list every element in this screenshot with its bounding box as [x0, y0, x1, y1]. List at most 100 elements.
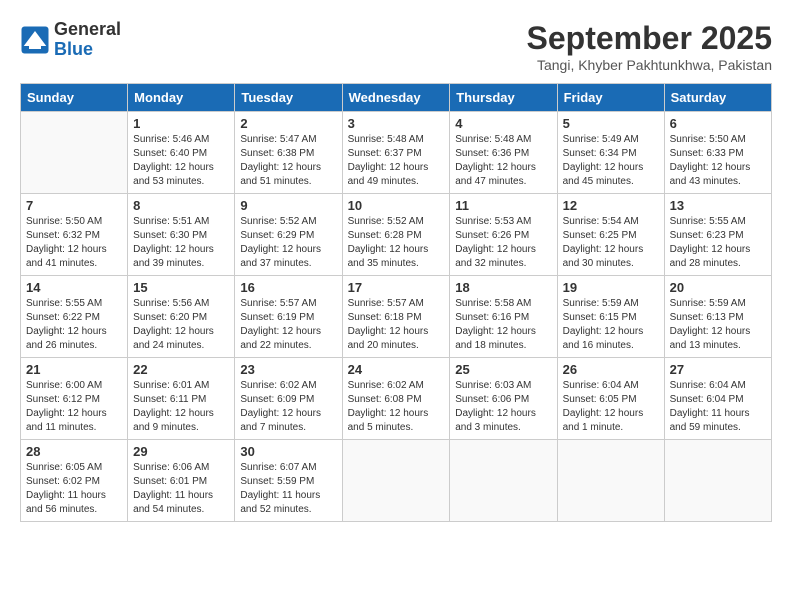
- day-number: 12: [563, 198, 659, 213]
- calendar-week-5: 28Sunrise: 6:05 AMSunset: 6:02 PMDayligh…: [21, 440, 772, 522]
- day-info: Sunrise: 6:02 AMSunset: 6:09 PMDaylight:…: [240, 379, 336, 435]
- logo-icon: [20, 25, 50, 55]
- calendar-cell: 3Sunrise: 5:48 AMSunset: 6:37 PMDaylight…: [342, 112, 450, 194]
- day-number: 7: [26, 198, 122, 213]
- weekday-header-saturday: Saturday: [664, 84, 771, 112]
- day-number: 15: [133, 280, 229, 295]
- day-info: Sunrise: 5:49 AMSunset: 6:34 PMDaylight:…: [563, 133, 659, 189]
- calendar-cell: 9 Sunrise: 5:52 AMSunset: 6:29 PMDaylight…: [235, 194, 342, 276]
- day-number: 24: [348, 362, 445, 377]
- day-info: Sunrise: 6:00 AMSunset: 6:12 PMDaylight:…: [26, 379, 122, 435]
- logo-text: General Blue: [54, 20, 121, 60]
- calendar-cell: 23 Sunrise: 6:02 AMSunset: 6:09 PMDayligh…: [235, 358, 342, 440]
- calendar-cell: 2 Sunrise: 5:47 AMSunset: 6:38 PMDaylight…: [235, 112, 342, 194]
- calendar-cell: 14Sunrise: 5:55 AMSunset: 6:22 PMDayligh…: [21, 276, 128, 358]
- day-number: 16: [240, 280, 336, 295]
- calendar-cell: 18 Sunrise: 5:58 AMSunset: 6:16 PMDayligh…: [450, 276, 557, 358]
- day-info: Sunrise: 5:51 AMSunset: 6:30 PMDaylight:…: [133, 215, 229, 271]
- calendar-cell: 5Sunrise: 5:49 AMSunset: 6:34 PMDaylight…: [557, 112, 664, 194]
- day-number: 21: [26, 362, 122, 377]
- day-info: Sunrise: 5:48 AMSunset: 6:37 PMDaylight:…: [348, 133, 445, 189]
- day-number: 8: [133, 198, 229, 213]
- day-info: Sunrise: 5:47 AMSunset: 6:38 PMDaylight:…: [240, 133, 336, 189]
- day-info: Sunrise: 6:01 AMSunset: 6:11 PMDaylight:…: [133, 379, 229, 435]
- day-number: 6: [670, 116, 766, 131]
- day-number: 27: [670, 362, 766, 377]
- calendar-cell: [21, 112, 128, 194]
- day-number: 17: [348, 280, 445, 295]
- day-info: Sunrise: 5:57 AMSunset: 6:19 PMDaylight:…: [240, 297, 336, 353]
- calendar-week-1: 1 Sunrise: 5:46 AMSunset: 6:40 PMDaylight…: [21, 112, 772, 194]
- day-number: 11: [455, 198, 551, 213]
- calendar-cell: 12 Sunrise: 5:54 AMSunset: 6:25 PMDayligh…: [557, 194, 664, 276]
- calendar-cell: 1 Sunrise: 5:46 AMSunset: 6:40 PMDaylight…: [128, 112, 235, 194]
- calendar-cell: 22Sunrise: 6:01 AMSunset: 6:11 PMDayligh…: [128, 358, 235, 440]
- day-number: 20: [670, 280, 766, 295]
- day-number: 30: [240, 444, 336, 459]
- calendar-table: SundayMondayTuesdayWednesdayThursdayFrid…: [20, 83, 772, 522]
- day-info: Sunrise: 5:50 AMSunset: 6:32 PMDaylight:…: [26, 215, 122, 271]
- day-info: Sunrise: 5:54 AMSunset: 6:25 PMDaylight:…: [563, 215, 659, 271]
- day-number: 1: [133, 116, 229, 131]
- calendar-cell: 27 Sunrise: 6:04 AMSunset: 6:04 PMDayligh…: [664, 358, 771, 440]
- day-number: 9: [240, 198, 336, 213]
- day-info: Sunrise: 6:05 AMSunset: 6:02 PMDaylight:…: [26, 461, 122, 517]
- calendar-cell: 26 Sunrise: 6:04 AMSunset: 6:05 PMDayligh…: [557, 358, 664, 440]
- calendar-cell: 25 Sunrise: 6:03 AMSunset: 6:06 PMDayligh…: [450, 358, 557, 440]
- day-info: Sunrise: 6:04 AMSunset: 6:04 PMDaylight:…: [670, 379, 766, 435]
- day-number: 2: [240, 116, 336, 131]
- calendar-cell: 20 Sunrise: 5:59 AMSunset: 6:13 PMDayligh…: [664, 276, 771, 358]
- title-area: September 2025 Tangi, Khyber Pakhtunkhwa…: [527, 20, 772, 73]
- day-number: 19: [563, 280, 659, 295]
- day-info: Sunrise: 5:46 AMSunset: 6:40 PMDaylight:…: [133, 133, 229, 189]
- day-info: Sunrise: 5:59 AMSunset: 6:13 PMDaylight:…: [670, 297, 766, 353]
- calendar-cell: 19 Sunrise: 5:59 AMSunset: 6:15 PMDayligh…: [557, 276, 664, 358]
- day-number: 23: [240, 362, 336, 377]
- day-number: 4: [455, 116, 551, 131]
- day-info: Sunrise: 6:04 AMSunset: 6:05 PMDaylight:…: [563, 379, 659, 435]
- calendar-cell: [342, 440, 450, 522]
- calendar-cell: 4Sunrise: 5:48 AMSunset: 6:36 PMDaylight…: [450, 112, 557, 194]
- day-info: Sunrise: 5:52 AMSunset: 6:29 PMDaylight:…: [240, 215, 336, 271]
- calendar-cell: 28Sunrise: 6:05 AMSunset: 6:02 PMDayligh…: [21, 440, 128, 522]
- day-info: Sunrise: 6:07 AMSunset: 5:59 PMDaylight:…: [240, 461, 336, 517]
- day-info: Sunrise: 5:53 AMSunset: 6:26 PMDaylight:…: [455, 215, 551, 271]
- calendar-week-3: 14Sunrise: 5:55 AMSunset: 6:22 PMDayligh…: [21, 276, 772, 358]
- weekday-header-monday: Monday: [128, 84, 235, 112]
- calendar-cell: 30 Sunrise: 6:07 AMSunset: 5:59 PMDayligh…: [235, 440, 342, 522]
- day-number: 13: [670, 198, 766, 213]
- calendar-cell: 6 Sunrise: 5:50 AMSunset: 6:33 PMDaylight…: [664, 112, 771, 194]
- month-title: September 2025: [527, 20, 772, 57]
- calendar-cell: 29Sunrise: 6:06 AMSunset: 6:01 PMDayligh…: [128, 440, 235, 522]
- day-number: 26: [563, 362, 659, 377]
- day-info: Sunrise: 5:50 AMSunset: 6:33 PMDaylight:…: [670, 133, 766, 189]
- weekday-header-row: SundayMondayTuesdayWednesdayThursdayFrid…: [21, 84, 772, 112]
- calendar-cell: [557, 440, 664, 522]
- logo: General Blue: [20, 20, 121, 60]
- day-info: Sunrise: 5:55 AMSunset: 6:22 PMDaylight:…: [26, 297, 122, 353]
- calendar-cell: 17 Sunrise: 5:57 AMSunset: 6:18 PMDayligh…: [342, 276, 450, 358]
- calendar-cell: [450, 440, 557, 522]
- calendar-cell: [664, 440, 771, 522]
- calendar-header: SundayMondayTuesdayWednesdayThursdayFrid…: [21, 84, 772, 112]
- calendar-cell: 15Sunrise: 5:56 AMSunset: 6:20 PMDayligh…: [128, 276, 235, 358]
- day-info: Sunrise: 6:06 AMSunset: 6:01 PMDaylight:…: [133, 461, 229, 517]
- day-number: 25: [455, 362, 551, 377]
- calendar-cell: 24 Sunrise: 6:02 AMSunset: 6:08 PMDayligh…: [342, 358, 450, 440]
- day-info: Sunrise: 5:58 AMSunset: 6:16 PMDaylight:…: [455, 297, 551, 353]
- logo-blue-text: Blue: [54, 39, 93, 59]
- location-text: Tangi, Khyber Pakhtunkhwa, Pakistan: [527, 57, 772, 73]
- calendar-week-4: 21 Sunrise: 6:00 AMSunset: 6:12 PMDayligh…: [21, 358, 772, 440]
- weekday-header-wednesday: Wednesday: [342, 84, 450, 112]
- day-number: 18: [455, 280, 551, 295]
- logo-general-text: General: [54, 19, 121, 39]
- day-number: 10: [348, 198, 445, 213]
- day-info: Sunrise: 5:57 AMSunset: 6:18 PMDaylight:…: [348, 297, 445, 353]
- weekday-header-thursday: Thursday: [450, 84, 557, 112]
- day-info: Sunrise: 6:03 AMSunset: 6:06 PMDaylight:…: [455, 379, 551, 435]
- day-info: Sunrise: 5:59 AMSunset: 6:15 PMDaylight:…: [563, 297, 659, 353]
- page-header: General Blue September 2025 Tangi, Khybe…: [20, 20, 772, 73]
- day-info: Sunrise: 6:02 AMSunset: 6:08 PMDaylight:…: [348, 379, 445, 435]
- calendar-cell: 8 Sunrise: 5:51 AMSunset: 6:30 PMDaylight…: [128, 194, 235, 276]
- weekday-header-tuesday: Tuesday: [235, 84, 342, 112]
